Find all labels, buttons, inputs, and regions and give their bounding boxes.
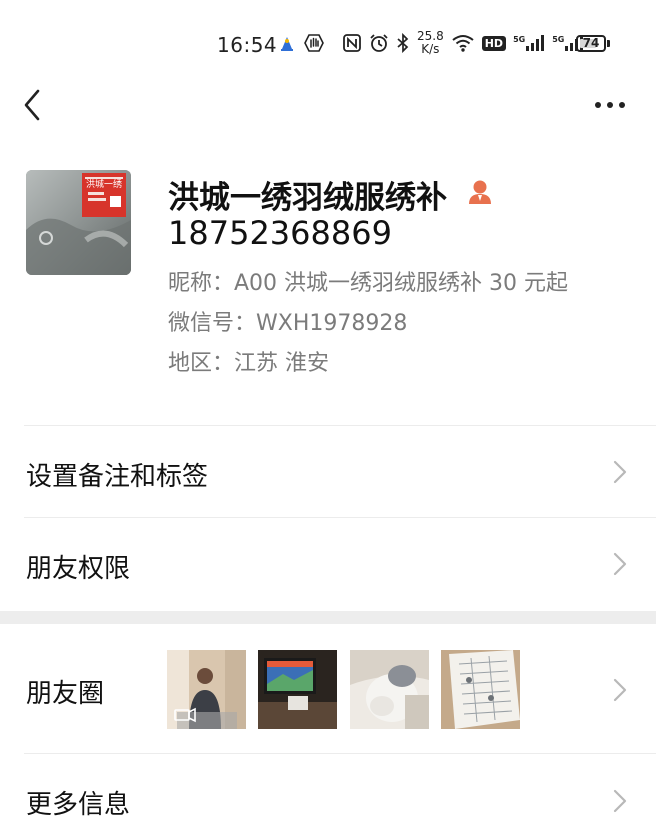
- speed-value: 25.8: [417, 29, 444, 43]
- wifi-icon: [451, 33, 475, 53]
- chevron-left-icon: [24, 89, 40, 121]
- speed-unit: K/s: [421, 42, 440, 56]
- battery-icon: 74: [576, 35, 606, 52]
- signal-2-label: 5G: [552, 35, 565, 44]
- more-info-row[interactable]: 更多信息: [0, 754, 656, 835]
- signal-1-label: 5G: [513, 35, 526, 44]
- status-bar: 16:54 25.8 K/s HD 5G 5G 74: [0, 0, 656, 90]
- nfc-icon: [342, 33, 362, 53]
- moments-label: 朋友圈: [26, 679, 105, 709]
- chevron-right-icon: [613, 460, 627, 484]
- chevron-right-icon: [613, 789, 627, 813]
- moments-thumbnail[interactable]: [350, 650, 429, 729]
- section-gap: [0, 611, 656, 624]
- app-notification-icon: [278, 34, 296, 52]
- battery-cap: [607, 40, 610, 47]
- contact-phone: 18752368869: [168, 214, 392, 252]
- avatar-sign-text: 洪城一绣: [86, 180, 123, 190]
- contact-name: 洪城一绣羽绒服绣补: [168, 180, 447, 216]
- hd-icon: HD: [481, 35, 507, 51]
- wechat-id[interactable]: 微信号：WXH1978928: [168, 305, 407, 337]
- signal-icon: 5G: [513, 35, 545, 51]
- moments-thumbnail[interactable]: [441, 650, 520, 729]
- chevron-right-icon: [613, 678, 627, 702]
- status-icons: 25.8 K/s HD 5G 5G: [278, 30, 584, 56]
- status-time: 16:54: [217, 33, 278, 57]
- alarm-icon: [369, 33, 389, 53]
- remark-and-tags-label: 设置备注和标签: [26, 462, 209, 492]
- profile-header: 洪城一绣 洪城一绣羽绒服绣补 18752368869 昵称：A00 洪城一绣羽绒…: [0, 150, 656, 410]
- hand-icon: [303, 32, 325, 54]
- bluetooth-icon: [396, 33, 410, 53]
- back-button[interactable]: [18, 86, 50, 124]
- network-speed: 25.8 K/s: [417, 30, 444, 56]
- friend-permissions-label: 朋友权限: [26, 554, 131, 584]
- remark-and-tags-row[interactable]: 设置备注和标签: [0, 426, 656, 518]
- moments-thumbnail[interactable]: [258, 650, 337, 729]
- more-dots-icon: [595, 102, 625, 108]
- battery-level: 74: [582, 36, 600, 50]
- more-info-label: 更多信息: [26, 790, 131, 820]
- friend-permissions-row[interactable]: 朋友权限: [0, 518, 656, 610]
- moments-thumbnail[interactable]: [167, 650, 246, 729]
- region: 地区：江苏 淮安: [168, 351, 329, 376]
- person-badge-icon: [466, 177, 494, 211]
- chevron-right-icon: [613, 552, 627, 576]
- hd-label: HD: [481, 35, 507, 51]
- more-button[interactable]: [590, 92, 630, 118]
- avatar[interactable]: 洪城一绣: [26, 170, 131, 275]
- nickname: 昵称：A00 洪城一绣羽绒服绣补 30 元起: [168, 271, 569, 296]
